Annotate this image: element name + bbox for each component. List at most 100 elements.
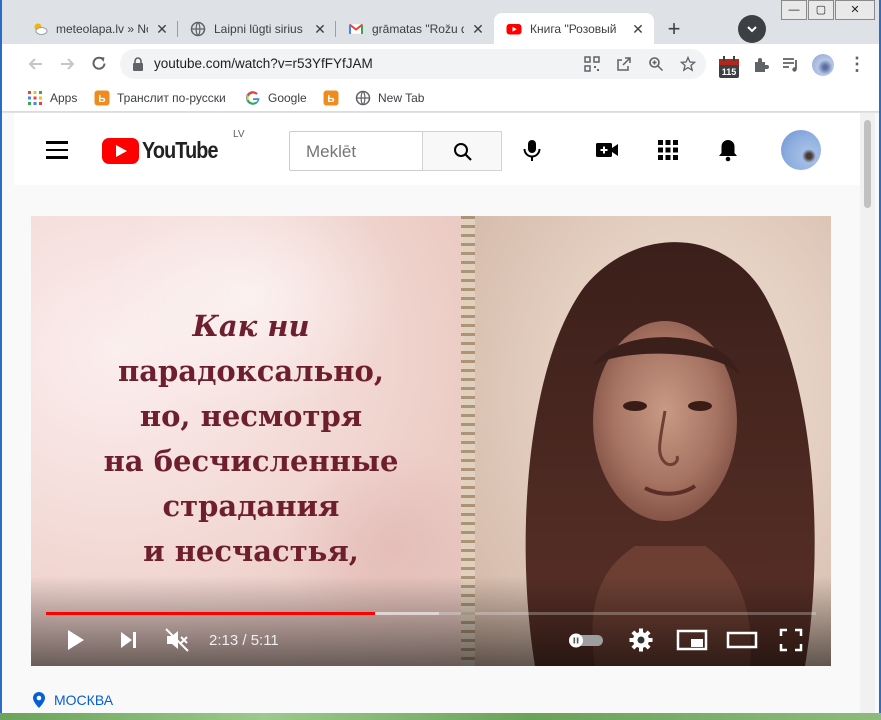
qr-code-icon[interactable] [584,56,600,72]
browser-toolbar: youtube.com/watch?v=r53YfFYfJAM 115 ⋮ [2,44,879,84]
close-tab-icon[interactable]: ✕ [630,21,646,37]
video-location-link[interactable]: МОСКВА [32,691,113,709]
youtube-wordmark: YouTube [142,137,219,163]
played-fill [46,612,375,615]
gmail-icon [348,23,364,34]
globe-icon [190,21,206,36]
video-player[interactable]: Как ни парадоксально, но, несмотря на бе… [31,216,831,666]
minimize-button[interactable]: — [781,0,807,20]
quote-line: парадоксально, [118,354,384,388]
tab-sirius[interactable]: Laipni lūgti sirius ✕ [178,13,336,44]
tab-search-button[interactable] [738,15,766,43]
quote-line: на бесчисленные [103,444,399,478]
muted-volume-icon[interactable] [164,627,190,653]
bookmark-google[interactable]: Google [245,89,307,107]
translit-icon: Ь [94,90,110,106]
cloud-sun-icon [34,23,48,35]
hamburger-menu-icon[interactable] [46,141,70,159]
quote-line: и несчастья, [143,534,359,568]
forward-arrow-icon[interactable] [57,54,77,74]
zoom-icon[interactable] [648,56,664,72]
autoplay-toggle-icon[interactable] [567,627,605,653]
bookmark-label: Google [268,91,307,105]
play-icon[interactable] [62,627,88,653]
star-icon[interactable] [680,56,696,72]
settings-gear-icon[interactable] [628,627,654,653]
tab-strip: meteolapa.lv » No ✕ Laipni lūgti sirius … [2,0,879,44]
bookmarks-bar: Apps Ь Транслит по-русски Google Ь New T… [2,84,879,112]
browser-menu-icon[interactable]: ⋮ [848,54,866,74]
close-window-button[interactable]: ✕ [835,0,875,20]
calendar-badge: 115 [722,67,737,77]
youtube-play-logo-icon [102,137,139,164]
tab-gmail[interactable]: grāmatas "Rožu d ✕ [336,13,494,44]
new-tab-button[interactable]: + [660,16,688,44]
search-placeholder: Meklēt [306,142,357,161]
youtube-apps-icon[interactable] [655,137,681,163]
tab-title: Laipni lūgti sirius [214,21,303,36]
country-code: LV [233,129,245,140]
chevron-down-icon [747,26,757,33]
youtube-icon [506,23,522,34]
bookmark-label: New Tab [378,91,425,105]
bookmark-label: Транслит по-русски [117,91,226,105]
tab-title: Книга "Розовый [530,21,617,36]
svg-text:Ь: Ь [327,94,334,105]
theater-mode-icon[interactable] [726,627,758,653]
maximize-button[interactable]: ▢ [808,0,834,20]
back-arrow-icon[interactable] [26,54,46,74]
url-text[interactable]: youtube.com/watch?v=r53YfFYfJAM [154,56,373,71]
youtube-header: YouTube LV Meklēt [14,113,860,185]
user-avatar[interactable] [781,130,821,170]
extensions-puzzle-icon[interactable] [752,56,770,74]
lock-icon[interactable] [132,57,144,71]
quote-line: Как ни [192,309,310,343]
search-icon [454,143,472,161]
page-scrollbar[interactable] [860,113,875,713]
media-queue-icon[interactable] [782,56,800,74]
window-controls: — ▢ ✕ [780,0,875,20]
svg-text:Ь: Ь [98,94,105,105]
profile-avatar-small[interactable] [812,54,834,76]
tab-youtube-active[interactable]: Книга "Розовый ✕ [494,13,654,44]
location-label: МОСКВА [54,692,114,708]
youtube-page: YouTube LV Meklēt Как ни парадоксально, … [2,113,879,713]
tab-title: grāmatas "Rožu d [372,21,464,36]
bookmark-new-tab[interactable]: New Tab [355,89,424,107]
time-display: 2:13 / 5:11 [209,632,279,649]
scrollbar-thumb[interactable] [864,120,871,208]
location-pin-icon [33,692,45,708]
apps-grid-icon [28,91,42,105]
quote-line: но, несмотря [139,399,363,433]
notifications-bell-icon[interactable] [715,137,741,163]
close-tab-icon[interactable]: ✕ [312,21,328,37]
open-in-new-icon[interactable] [616,56,632,72]
address-bar[interactable]: youtube.com/watch?v=r53YfFYfJAM [120,49,706,79]
video-quote-text: Как ни парадоксально, но, несмотря на бе… [71,304,431,574]
miniplayer-icon[interactable] [676,627,708,653]
progress-bar[interactable] [46,612,816,615]
bookmark-translit[interactable]: Ь Транслит по-русски [94,89,226,107]
tab-meteolapa[interactable]: meteolapa.lv » No ✕ [20,13,178,44]
close-tab-icon[interactable]: ✕ [470,21,486,37]
google-icon [245,91,260,105]
microphone-icon[interactable] [519,137,545,163]
translit-icon: Ь [323,90,339,106]
create-video-icon[interactable] [594,137,620,163]
controls-gradient [31,576,831,666]
fullscreen-icon[interactable] [778,627,804,653]
search-input[interactable]: Meklēt [289,131,422,171]
bookmark-translit-2[interactable]: Ь [323,89,346,107]
tab-title: meteolapa.lv » No [56,21,148,36]
bookmark-label: Apps [50,91,78,105]
desktop-taskbar [0,713,881,720]
bookmark-apps[interactable]: Apps [27,89,77,107]
search-button[interactable] [422,131,502,171]
youtube-logo[interactable]: YouTube LV [102,129,245,164]
reload-icon[interactable] [89,54,109,74]
quote-line: страдания [162,489,340,523]
next-video-icon[interactable] [116,627,142,653]
close-tab-icon[interactable]: ✕ [154,21,170,37]
calendar-extension-icon[interactable]: 115 [718,55,740,79]
globe-icon [355,90,371,106]
